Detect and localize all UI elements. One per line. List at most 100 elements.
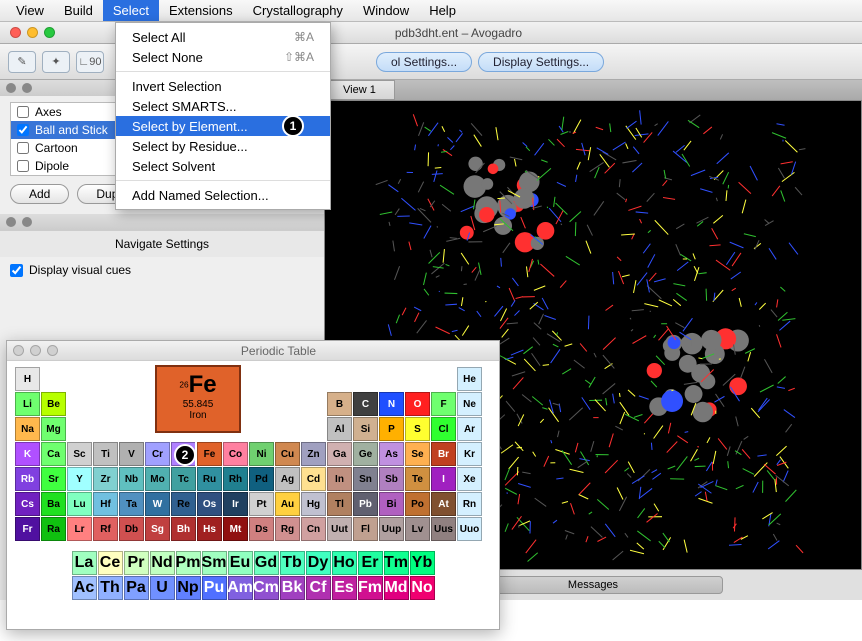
element-th[interactable]: Th [98, 576, 123, 600]
element-te[interactable]: Te [405, 467, 430, 491]
element-hg[interactable]: Hg [301, 492, 326, 516]
element-ru[interactable]: Ru [197, 467, 222, 491]
element-cf[interactable]: Cf [306, 576, 331, 600]
element-rn[interactable]: Rn [457, 492, 482, 516]
element-ce[interactable]: Ce [98, 551, 123, 575]
element-fr[interactable]: Fr [15, 517, 40, 541]
element-he[interactable]: He [457, 367, 482, 391]
element-i[interactable]: I [431, 467, 456, 491]
close-icon[interactable] [10, 27, 21, 38]
element-y[interactable]: Y [67, 467, 92, 491]
menu-crystallography[interactable]: Crystallography [243, 0, 353, 21]
element-mg[interactable]: Mg [41, 417, 66, 441]
display-settings-button[interactable]: Display Settings... [478, 52, 604, 72]
element-sg[interactable]: Sg [145, 517, 170, 541]
element-u[interactable]: U [150, 576, 175, 600]
element-w[interactable]: W [145, 492, 170, 516]
element-fm[interactable]: Fm [358, 576, 383, 600]
element-sn[interactable]: Sn [353, 467, 378, 491]
menuitem-select-by-residue-[interactable]: Select by Residue... [116, 136, 330, 156]
element-ar[interactable]: Ar [457, 417, 482, 441]
element-f[interactable]: F [431, 392, 456, 416]
minimize-icon[interactable] [27, 27, 38, 38]
menu-window[interactable]: Window [353, 0, 419, 21]
element-dy[interactable]: Dy [306, 551, 331, 575]
element-kr[interactable]: Kr [457, 442, 482, 466]
tab-view-1[interactable]: View 1 [324, 80, 395, 100]
element-pd[interactable]: Pd [249, 467, 274, 491]
element-se[interactable]: Se [405, 442, 430, 466]
menu-view[interactable]: View [6, 0, 54, 21]
display-type-checkbox[interactable] [17, 160, 29, 172]
pt-zoom-icon[interactable] [47, 345, 58, 356]
element-re[interactable]: Re [171, 492, 196, 516]
element-tb[interactable]: Tb [280, 551, 305, 575]
element-no[interactable]: No [410, 576, 435, 600]
element-co[interactable]: Co [223, 442, 248, 466]
element-uus[interactable]: Uus [431, 517, 456, 541]
menu-select[interactable]: Select [103, 0, 159, 21]
element-es[interactable]: Es [332, 576, 357, 600]
element-pa[interactable]: Pa [124, 576, 149, 600]
pt-minimize-icon[interactable] [30, 345, 41, 356]
element-db[interactable]: Db [119, 517, 144, 541]
menu-extensions[interactable]: Extensions [159, 0, 243, 21]
element-cr[interactable]: Cr [145, 442, 170, 466]
element-er[interactable]: Er [358, 551, 383, 575]
element-v[interactable]: V [119, 442, 144, 466]
element-sm[interactable]: Sm [202, 551, 227, 575]
element-hf[interactable]: Hf [93, 492, 118, 516]
menuitem-select-smarts-[interactable]: Select SMARTS... [116, 96, 330, 116]
element-pm[interactable]: Pm [176, 551, 201, 575]
element-ta[interactable]: Ta [119, 492, 144, 516]
element-br[interactable]: Br [431, 442, 456, 466]
element-pt[interactable]: Pt [249, 492, 274, 516]
element-nd[interactable]: Nd [150, 551, 175, 575]
element-b[interactable]: B [327, 392, 352, 416]
element-po[interactable]: Po [405, 492, 430, 516]
element-rh[interactable]: Rh [223, 467, 248, 491]
display-type-checkbox[interactable] [17, 142, 29, 154]
element-al[interactable]: Al [327, 417, 352, 441]
element-fl[interactable]: Fl [353, 517, 378, 541]
tool-settings-button[interactable]: ol Settings... [376, 52, 472, 72]
menu-help[interactable]: Help [419, 0, 466, 21]
element-c[interactable]: C [353, 392, 378, 416]
element-tl[interactable]: Tl [327, 492, 352, 516]
element-ga[interactable]: Ga [327, 442, 352, 466]
menuitem-select-all[interactable]: Select All⌘A [116, 27, 330, 47]
element-ca[interactable]: Ca [41, 442, 66, 466]
navigate-tool-icon[interactable]: ✦ [42, 51, 70, 73]
angle-tool-icon[interactable]: ∟90 [76, 51, 104, 73]
element-ge[interactable]: Ge [353, 442, 378, 466]
element-be[interactable]: Be [41, 392, 66, 416]
element-tc[interactable]: Tc [171, 467, 196, 491]
element-o[interactable]: O [405, 392, 430, 416]
element-yb[interactable]: Yb [410, 551, 435, 575]
element-ba[interactable]: Ba [41, 492, 66, 516]
element-cs[interactable]: Cs [15, 492, 40, 516]
pt-close-icon[interactable] [13, 345, 24, 356]
element-cl[interactable]: Cl [431, 417, 456, 441]
element-bk[interactable]: Bk [280, 576, 305, 600]
element-cn[interactable]: Cn [301, 517, 326, 541]
element-ir[interactable]: Ir [223, 492, 248, 516]
element-pr[interactable]: Pr [124, 551, 149, 575]
element-n[interactable]: N [379, 392, 404, 416]
element-lu[interactable]: Lu [67, 492, 92, 516]
element-pu[interactable]: Pu [202, 576, 227, 600]
display-type-checkbox[interactable] [17, 124, 29, 136]
element-rb[interactable]: Rb [15, 467, 40, 491]
element-ag[interactable]: Ag [275, 467, 300, 491]
element-xe[interactable]: Xe [457, 467, 482, 491]
element-s[interactable]: S [405, 417, 430, 441]
element-uup[interactable]: Uup [379, 517, 404, 541]
element-p[interactable]: P [379, 417, 404, 441]
element-ne[interactable]: Ne [457, 392, 482, 416]
element-mo[interactable]: Mo [145, 467, 170, 491]
element-la[interactable]: La [72, 551, 97, 575]
element-k[interactable]: K [15, 442, 40, 466]
element-sc[interactable]: Sc [67, 442, 92, 466]
element-lv[interactable]: Lv [405, 517, 430, 541]
element-uut[interactable]: Uut [327, 517, 352, 541]
